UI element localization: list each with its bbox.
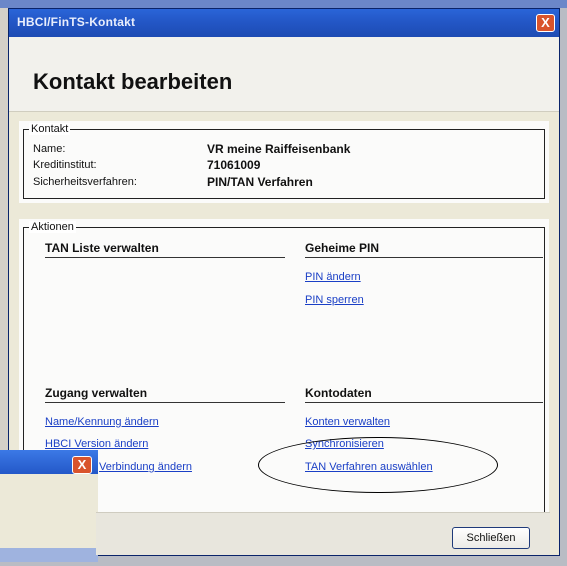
zugang-heading: Zugang verwalten <box>45 386 148 400</box>
kontodaten-heading: Kontodaten <box>305 386 372 400</box>
verbindung-aendern-link[interactable]: Verbindung ändern <box>99 461 192 473</box>
geheime-pin-heading: Geheime PIN <box>305 241 380 255</box>
background-window-titlebar <box>0 0 567 8</box>
kreditinstitut-value: 71061009 <box>207 158 261 172</box>
konten-verwalten-link[interactable]: Konten verwalten <box>305 416 390 428</box>
window-title: HBCI/FinTS-Kontakt <box>17 15 136 29</box>
name-label: Name: <box>33 143 66 155</box>
overlapping-close-icon[interactable]: X <box>72 456 92 474</box>
tan-liste-heading: TAN Liste verwalten <box>45 241 159 255</box>
name-kennung-aendern-link[interactable]: Name/Kennung ändern <box>45 416 159 428</box>
close-button[interactable]: Schließen <box>452 527 530 549</box>
dialog-header: Kontakt bearbeiten <box>9 37 559 112</box>
close-icon[interactable]: X <box>536 14 555 32</box>
page-title: Kontakt bearbeiten <box>33 69 233 94</box>
zugang-divider <box>45 402 285 403</box>
sicherheitsverfahren-label: Sicherheitsverfahren: <box>33 176 137 188</box>
kreditinstitut-label: Kreditinstitut: <box>33 159 97 171</box>
pin-aendern-link[interactable]: PIN ändern <box>305 271 361 283</box>
tan-liste-divider <box>45 257 285 258</box>
name-value: VR meine Raiffeisenbank <box>207 142 351 156</box>
overlapping-window-bottom <box>0 548 98 562</box>
pin-sperren-link[interactable]: PIN sperren <box>305 294 364 306</box>
kontakt-panel: Kontakt Name: VR meine Raiffeisenbank Kr… <box>19 121 549 203</box>
title-bar[interactable]: HBCI/FinTS-Kontakt X <box>9 9 559 37</box>
sicherheitsverfahren-value: PIN/TAN Verfahren <box>207 175 313 189</box>
aktionen-legend: Aktionen <box>29 221 76 233</box>
kontodaten-divider <box>305 402 543 403</box>
geheime-pin-divider <box>305 257 543 258</box>
highlight-ellipse <box>258 437 498 493</box>
hbci-version-aendern-link[interactable]: HBCI Version ändern <box>45 438 148 450</box>
kontakt-legend: Kontakt <box>29 123 71 135</box>
